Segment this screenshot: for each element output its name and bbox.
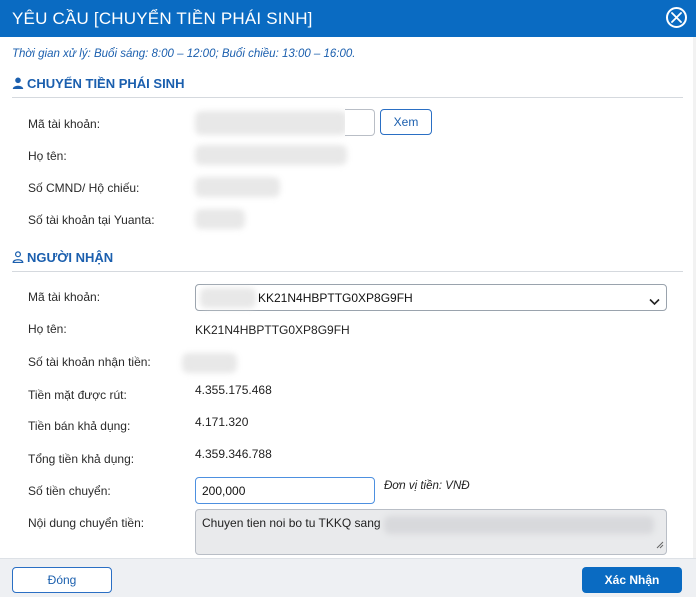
sell-available-label: Tiền bán khả dụng: <box>28 419 131 433</box>
redacted-sender-id <box>195 177 280 197</box>
receive-account-label: Số tài khoản nhận tiền: <box>28 355 151 369</box>
amount-label: Số tiền chuyển: <box>28 484 111 498</box>
section-header-sender: CHUYỂN TIỀN PHÁI SINH <box>12 76 683 98</box>
receiver-name-label: Họ tên: <box>28 322 67 336</box>
redacted-receiver-prefix <box>200 288 256 308</box>
sender-account-input[interactable] <box>345 109 375 136</box>
cash-withdrawable-value: 4.355.175.468 <box>195 383 272 397</box>
view-button[interactable]: Xem <box>380 109 432 135</box>
processing-hours-note: Thời gian xử lý: Buổi sáng: 8:00 – 12:00… <box>12 48 356 60</box>
currency-unit-note: Đơn vị tiền: VNĐ <box>384 480 470 492</box>
receiver-name-value: KK21N4HBPTTG0XP8G9FH <box>195 323 350 337</box>
section-title-sender: CHUYỂN TIỀN PHÁI SINH <box>27 76 185 91</box>
dialog-footer: Đóng Xác Nhận <box>0 558 696 597</box>
dialog-title: YÊU CẦU [CHUYỂN TIỀN PHÁI SINH] <box>12 9 313 28</box>
redacted-sender-account <box>195 111 347 135</box>
receiver-account-select[interactable]: KK21N4HBPTTG0XP8G9FH <box>195 284 667 311</box>
sell-available-value: 4.171.320 <box>195 415 249 429</box>
amount-input[interactable]: 200,000 <box>195 477 375 504</box>
user-outline-icon <box>12 251 24 264</box>
sender-account-label: Mã tài khoản: <box>28 117 101 131</box>
redacted-sender-name <box>195 145 347 165</box>
redacted-yuanta-account <box>195 209 245 229</box>
content-label: Nội dung chuyển tiền: <box>28 516 145 530</box>
close-button[interactable]: Đóng <box>12 567 112 593</box>
cash-withdrawable-label: Tiền mặt được rút: <box>28 388 127 402</box>
redacted-content-tail <box>384 516 654 534</box>
dialog-titlebar: YÊU CẦU [CHUYỂN TIỀN PHÁI SINH] <box>0 0 696 37</box>
close-icon[interactable] <box>666 7 687 28</box>
chevron-down-icon <box>649 293 660 311</box>
content-value: Chuyen tien noi bo tu TKKQ sang <box>202 516 381 530</box>
receiver-account-selected: KK21N4HBPTTG0XP8G9FH <box>258 291 413 305</box>
confirm-button[interactable]: Xác Nhận <box>582 567 682 593</box>
yuanta-account-label: Số tài khoản tại Yuanta: <box>28 213 155 227</box>
total-available-value: 4.359.346.788 <box>195 447 272 461</box>
content-textarea[interactable]: Chuyen tien noi bo tu TKKQ sang <box>195 509 667 555</box>
redacted-receive-account <box>182 353 237 373</box>
resize-handle-icon[interactable] <box>655 538 664 552</box>
sender-id-label: Số CMND/ Hộ chiếu: <box>28 181 140 195</box>
receiver-account-label: Mã tài khoản: <box>28 290 101 304</box>
section-title-receiver: NGƯỜI NHẬN <box>27 250 114 265</box>
sender-name-label: Họ tên: <box>28 149 67 163</box>
total-available-label: Tổng tiền khả dụng: <box>28 452 135 466</box>
section-header-receiver: NGƯỜI NHẬN <box>12 250 683 272</box>
user-solid-icon <box>12 77 24 89</box>
